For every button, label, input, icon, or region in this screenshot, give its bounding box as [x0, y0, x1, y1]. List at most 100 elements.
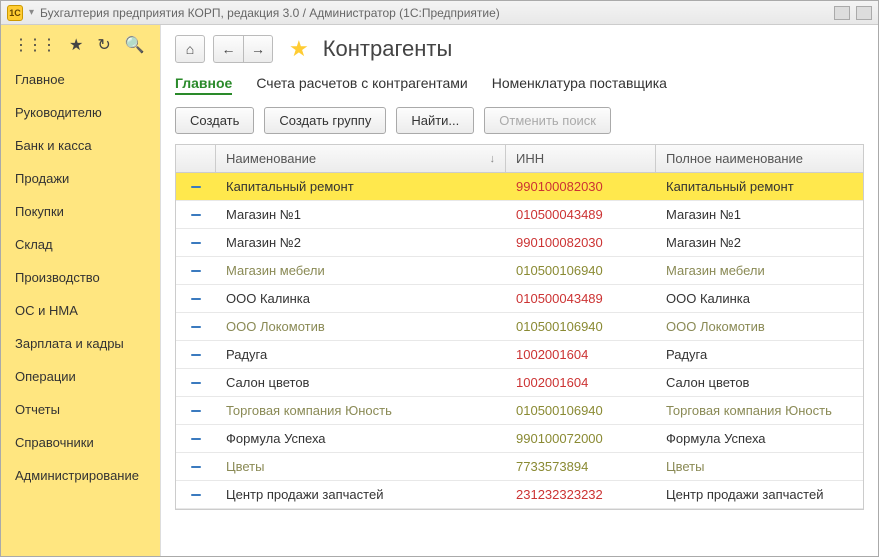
sidebar-item-4[interactable]: Покупки — [1, 195, 160, 228]
table-header: Наименование ↓ ИНН Полное наименование — [176, 145, 863, 173]
page-title: Контрагенты — [323, 36, 453, 62]
sidebar-item-2[interactable]: Банк и касса — [1, 129, 160, 162]
history-icon[interactable]: ↻ — [97, 35, 110, 55]
favorite-star-icon[interactable]: ★ — [289, 36, 309, 62]
item-icon — [191, 326, 201, 328]
row-icon — [176, 214, 216, 216]
sidebar-item-6[interactable]: Производство — [1, 261, 160, 294]
row-icon — [176, 466, 216, 468]
sidebar-item-11[interactable]: Справочники — [1, 426, 160, 459]
table-row[interactable]: Магазин мебели 010500106940 Магазин мебели — [176, 257, 863, 285]
table-row[interactable]: Радуга1002001604Радуга — [176, 341, 863, 369]
cell-fullname: Капитальный ремонт — [666, 179, 794, 194]
back-button[interactable]: ← — [213, 35, 243, 63]
cell-fullname: Магазин №1 — [666, 207, 741, 222]
cell-name: Магазин №2 — [226, 235, 301, 250]
cell-name: Магазин мебели — [226, 263, 325, 278]
cell-fullname: Радуга — [666, 347, 707, 362]
row-icon — [176, 270, 216, 272]
cell-fullname: Магазин №2 — [666, 235, 741, 250]
data-table: Наименование ↓ ИНН Полное наименование К… — [175, 144, 864, 510]
table-row[interactable]: Формула Успеха 990100072000 Формула Успеха — [176, 425, 863, 453]
favorites-icon[interactable]: ★ — [69, 35, 83, 55]
item-icon — [191, 298, 201, 300]
cell-name: Капитальный ремонт — [226, 179, 354, 194]
sidebar-item-8[interactable]: Зарплата и кадры — [1, 327, 160, 360]
sidebar-item-9[interactable]: Операции — [1, 360, 160, 393]
cell-fullname: ООО Калинка — [666, 291, 750, 306]
cell-inn: 1002001604 — [506, 375, 656, 390]
sidebar-item-7[interactable]: ОС и НМА — [1, 294, 160, 327]
table-row[interactable]: ООО Локомотив 010500106940 ООО Локомотив — [176, 313, 863, 341]
search-icon[interactable]: 🔍 — [125, 35, 145, 55]
cell-name: ООО Локомотив — [226, 319, 325, 334]
cell-name: Магазин №1 — [226, 207, 301, 222]
window-min-icon[interactable] — [834, 6, 850, 20]
create-button[interactable]: Создать — [175, 107, 254, 134]
row-icon — [176, 326, 216, 328]
item-icon — [191, 186, 201, 188]
cell-inn: 990100072000 — [506, 431, 656, 446]
create-group-button[interactable]: Создать группу — [264, 107, 386, 134]
item-icon — [191, 354, 201, 356]
cell-fullname: Магазин мебели — [666, 263, 765, 278]
home-button[interactable]: ⌂ — [175, 35, 205, 63]
table-row[interactable]: Салон цветов1002001604Салон цветов — [176, 369, 863, 397]
column-name[interactable]: Наименование ↓ — [216, 145, 506, 172]
cell-name: Цветы — [226, 459, 264, 474]
dropdown-icon[interactable]: ▾ — [29, 7, 34, 18]
tab-1[interactable]: Счета расчетов с контрагентами — [256, 75, 467, 95]
column-icon[interactable] — [176, 145, 216, 172]
row-icon — [176, 410, 216, 412]
cell-name: Центр продажи запчастей — [226, 487, 383, 502]
sidebar-item-5[interactable]: Склад — [1, 228, 160, 261]
item-icon — [191, 438, 201, 440]
sections-icon[interactable]: ⋮⋮⋮ — [13, 35, 55, 55]
cell-fullname: Формула Успеха — [666, 431, 766, 446]
tabs: Главное Счета расчетов с контрагентами Ном… — [175, 75, 864, 95]
tab-2[interactable]: Номенклатура поставщика — [492, 75, 667, 95]
cell-fullname: Торговая компания Юность — [666, 403, 832, 418]
window-max-icon[interactable] — [856, 6, 872, 20]
cell-inn: 990100082030 — [506, 235, 656, 250]
sidebar-item-3[interactable]: Продажи — [1, 162, 160, 195]
row-icon — [176, 186, 216, 188]
table-row[interactable]: Магазин №1010500043489Магазин №1 — [176, 201, 863, 229]
tab-0[interactable]: Главное — [175, 75, 232, 95]
item-icon — [191, 242, 201, 244]
cell-inn: 010500106940 — [506, 263, 656, 278]
cell-inn: 7733573894 — [506, 459, 656, 474]
cell-name: Радуга — [226, 347, 267, 362]
main-area: ⌂ ← → ★ Контрагенты Главное Счета расчето… — [161, 25, 878, 556]
find-button[interactable]: Найти... — [396, 107, 474, 134]
table-row[interactable]: Магазин №2 990100082030 Магазин №2 — [176, 229, 863, 257]
table-row[interactable]: Торговая компания Юность010500106940Торг… — [176, 397, 863, 425]
sidebar-item-12[interactable]: Администрирование — [1, 459, 160, 492]
sidebar-item-1[interactable]: Руководителю — [1, 96, 160, 129]
cell-inn: 231232323232 — [506, 487, 656, 502]
app-window: 1C ▾ Бухгалтерия предприятия КОРП, редак… — [0, 0, 879, 557]
row-icon — [176, 438, 216, 440]
cell-fullname: ООО Локомотив — [666, 319, 765, 334]
table-row[interactable]: Цветы 7733573894 Цветы — [176, 453, 863, 481]
table-row[interactable]: Центр продажи запчастей231232323232Центр… — [176, 481, 863, 509]
item-icon — [191, 270, 201, 272]
cell-fullname: Цветы — [666, 459, 704, 474]
sort-icon: ↓ — [490, 153, 496, 165]
table-row[interactable]: Капитальный ремонт990100082030Капитальны… — [176, 173, 863, 201]
cell-name: ООО Калинка — [226, 291, 310, 306]
column-fullname[interactable]: Полное наименование — [656, 145, 863, 172]
sidebar-item-0[interactable]: Главное — [1, 63, 160, 96]
item-icon — [191, 494, 201, 496]
forward-button[interactable]: → — [243, 35, 273, 63]
cell-name: Формула Успеха — [226, 431, 326, 446]
cell-fullname: Салон цветов — [666, 375, 749, 390]
sidebar: ⋮⋮⋮ ★ ↻ 🔍 ГлавноеРуководителюБанк и касс… — [1, 25, 161, 556]
cell-inn: 010500106940 — [506, 319, 656, 334]
row-icon — [176, 298, 216, 300]
cell-inn: 010500043489 — [506, 291, 656, 306]
column-inn[interactable]: ИНН — [506, 145, 656, 172]
table-row[interactable]: ООО Калинка 010500043489 ООО Калинка — [176, 285, 863, 313]
titlebar-text: Бухгалтерия предприятия КОРП, редакция 3… — [40, 6, 500, 20]
sidebar-item-10[interactable]: Отчеты — [1, 393, 160, 426]
